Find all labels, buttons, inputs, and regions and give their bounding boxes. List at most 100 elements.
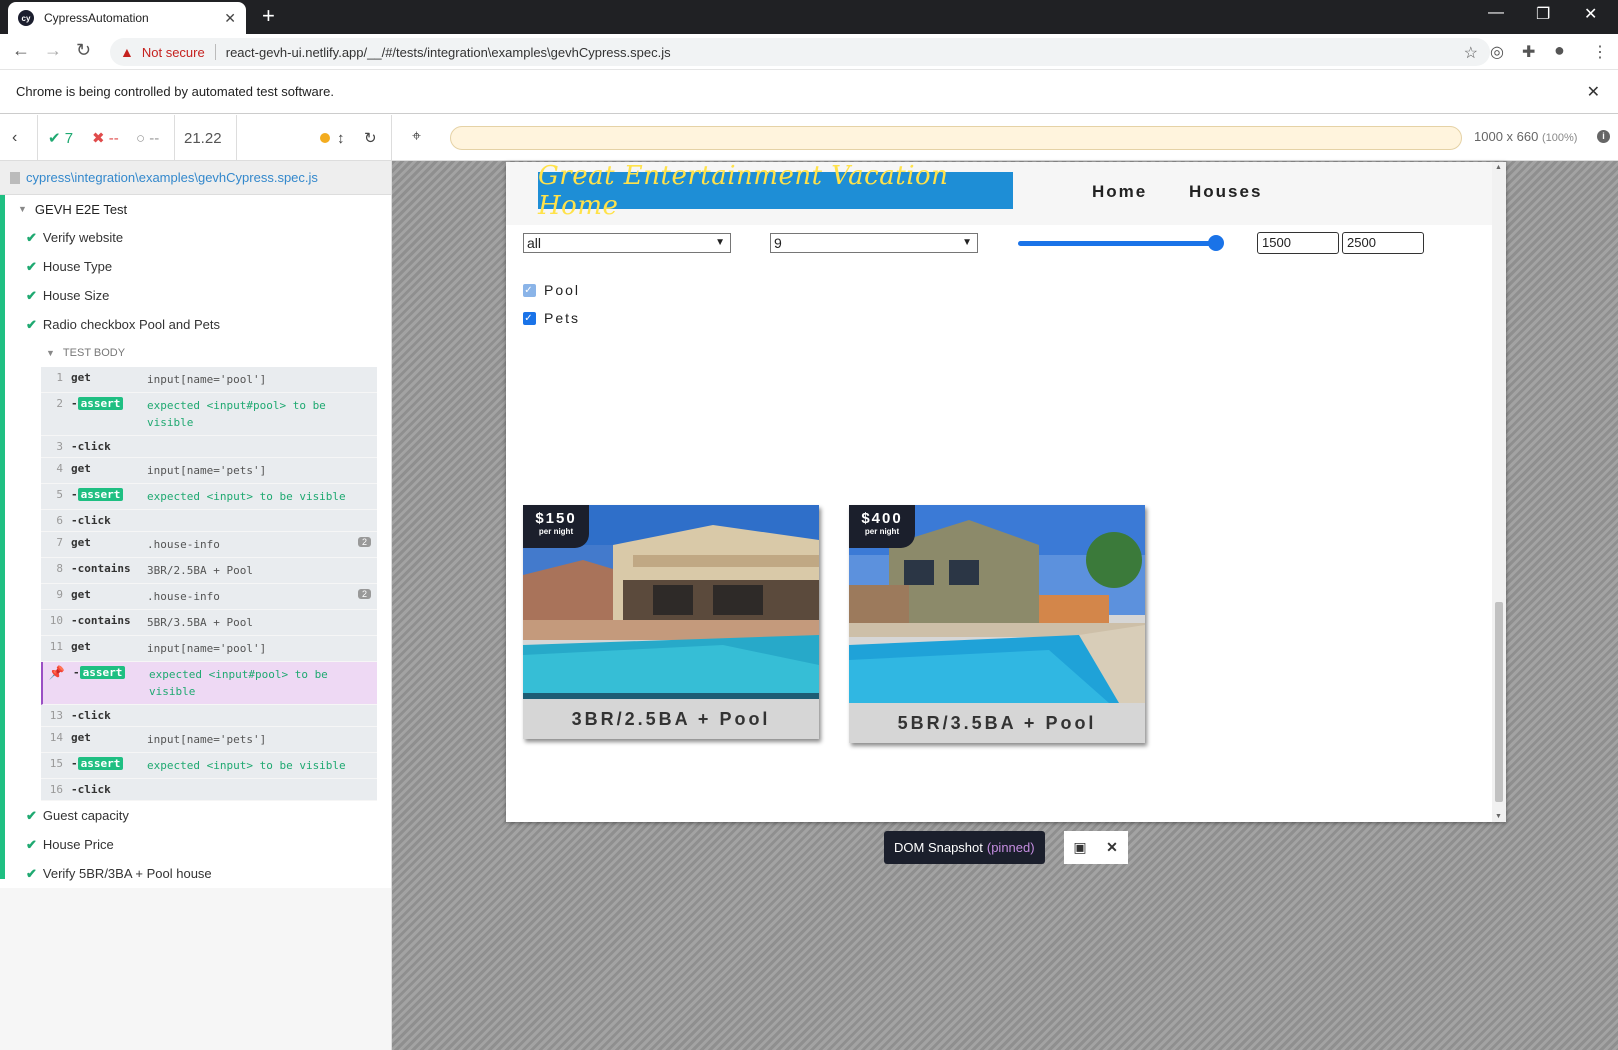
test-body-header[interactable]: ▼ TEST BODY: [0, 339, 391, 367]
command-row[interactable]: 5 - assert expected <input> to be visible: [41, 484, 377, 510]
highlight-toggle-button[interactable]: ▣: [1064, 831, 1096, 864]
assert-badge: - assert: [71, 397, 147, 431]
test-title: Verify website: [42, 230, 124, 245]
spec-path-link[interactable]: cypress\integration\examples\gevhCypress…: [26, 170, 318, 185]
suite-title-text: GEVH E2E Test: [34, 201, 128, 217]
house-photo: $150 per night: [523, 505, 819, 699]
command-row[interactable]: 14 get input[name='pets']: [41, 727, 377, 753]
warning-icon: ▲: [120, 44, 134, 60]
test-item[interactable]: ✔ Radio checkbox Pool and Pets: [0, 310, 391, 339]
test-item[interactable]: ✔ Verify 5BR/3BA + Pool house: [0, 859, 391, 888]
max-price-input[interactable]: 2500: [1342, 232, 1424, 254]
house-card[interactable]: $400 per night 5BR/3.5BA + Pool: [849, 505, 1145, 743]
price-per: per night: [864, 527, 900, 536]
browser-toolbar: ← → ↻ ▲ Not secure react-gevh-ui.netlify…: [0, 34, 1618, 70]
aut-url-field[interactable]: [450, 126, 1462, 150]
app-scrollbar[interactable]: ▲ ▼: [1492, 162, 1506, 822]
app-logo[interactable]: Great Entertainment Vacation Home: [538, 162, 1013, 221]
suite-title[interactable]: ▼ GEVH E2E Test: [0, 195, 391, 223]
house-card[interactable]: $150 per night 3BR/2.5BA + Pool: [523, 505, 819, 739]
nav-houses-link[interactable]: Houses: [1189, 182, 1262, 202]
menu-kebab-icon[interactable]: ⋮: [1592, 42, 1608, 62]
slider-track: [1018, 241, 1216, 246]
command-row[interactable]: 6 -click: [41, 510, 377, 532]
back-icon[interactable]: ←: [12, 40, 30, 61]
url-text[interactable]: react-gevh-ui.netlify.app/__/#/tests/int…: [226, 45, 671, 60]
command-row[interactable]: 4 get input[name='pets']: [41, 458, 377, 484]
command-row[interactable]: 11 get input[name='pool']: [41, 636, 377, 662]
command-row[interactable]: 9 get .house-info 2: [41, 584, 377, 610]
selector-playground-icon[interactable]: ⌖: [412, 128, 421, 146]
check-icon: ✔: [48, 130, 61, 147]
rerun-icon[interactable]: ↻: [364, 115, 377, 161]
command-row[interactable]: 16 -click: [41, 779, 377, 801]
command-row[interactable]: 13 -click: [41, 705, 377, 727]
command-row[interactable]: 3 -click: [41, 436, 377, 458]
browser-tab[interactable]: cy CypressAutomation ✕: [8, 2, 246, 34]
command-number: 1: [56, 371, 63, 384]
element-count-badge: 2: [357, 589, 371, 599]
min-price-input[interactable]: 1500: [1257, 232, 1339, 254]
check-icon: ✔: [26, 836, 37, 852]
unpin-close-button[interactable]: ✕: [1096, 831, 1128, 864]
test-item[interactable]: ✔ Verify website: [0, 223, 391, 252]
pending-count: --: [149, 129, 160, 147]
command-row[interactable]: 10 -contains 5BR/3.5BA + Pool: [41, 610, 377, 636]
command-number: 14: [49, 731, 63, 744]
infobar-close-icon[interactable]: ✕: [1587, 82, 1600, 102]
scroll-up-arrow-icon[interactable]: ▲: [1495, 164, 1502, 171]
nav-home-link[interactable]: Home: [1092, 182, 1147, 202]
pool-checkbox[interactable]: ✓: [523, 283, 536, 297]
command-row[interactable]: 📌 - assert expected <input#pool> to be visi…: [41, 662, 377, 705]
info-icon[interactable]: i: [1597, 130, 1610, 143]
dom-snapshot-badge: DOM Snapshot (pinned): [884, 831, 1045, 864]
tab-close-icon[interactable]: ✕: [224, 10, 236, 27]
command-name: -contains: [71, 562, 131, 575]
cypress-extension-icon[interactable]: ◎: [1490, 42, 1504, 62]
app-navbar: Great Entertainment Vacation Home Home H…: [506, 162, 1492, 225]
house-type-value: all: [527, 235, 542, 251]
viewport-percent: (100%): [1541, 132, 1578, 144]
house-size-select[interactable]: 9 ▼: [770, 233, 978, 253]
command-row[interactable]: 8 -contains 3BR/2.5BA + Pool: [41, 558, 377, 584]
command-row[interactable]: 1 get input[name='pool']: [41, 367, 377, 393]
not-secure-label[interactable]: Not secure: [142, 45, 205, 60]
test-item[interactable]: ✔ House Price: [0, 830, 391, 859]
profile-avatar-icon[interactable]: ●: [1554, 40, 1565, 61]
reload-icon[interactable]: ↻: [76, 40, 91, 61]
running-indicator: [320, 115, 330, 161]
test-item[interactable]: ✔ House Size: [0, 281, 391, 310]
command-message: [147, 783, 377, 796]
tab-title: CypressAutomation: [44, 11, 149, 25]
passed-stat: ✔ 7: [48, 115, 73, 161]
test-title: House Size: [42, 288, 110, 303]
assert-badge: - assert: [71, 757, 147, 774]
extensions-puzzle-icon[interactable]: ✚: [1522, 42, 1535, 62]
command-number: 4: [56, 462, 63, 475]
autoscroll-icon[interactable]: ↕: [337, 115, 345, 161]
collapse-chevron-icon[interactable]: ‹: [12, 115, 17, 161]
check-icon: ✔: [26, 229, 37, 245]
test-item[interactable]: ✔ House Type: [0, 252, 391, 281]
command-number: 3: [56, 440, 63, 453]
command-row[interactable]: 7 get .house-info 2: [41, 532, 377, 558]
window-close-icon[interactable]: ✕: [1584, 4, 1597, 24]
app-scroll-thumb[interactable]: [1495, 602, 1503, 802]
restore-icon[interactable]: ❐: [1536, 4, 1550, 24]
scroll-down-arrow-icon[interactable]: ▼: [1495, 813, 1502, 820]
cypress-reporter: ‹ ✔ 7 ✖ -- ○ -- 21.22 ↕ ↻ cypress\integr…: [0, 115, 392, 1050]
address-bar[interactable]: ▲ Not secure react-gevh-ui.netlify.app/_…: [110, 38, 1490, 66]
new-tab-icon[interactable]: +: [262, 3, 275, 29]
command-row[interactable]: 2 - assert expected <input#pool> to be visi…: [41, 393, 377, 436]
price-slider[interactable]: [1018, 233, 1224, 253]
aut-header: ⌖ 1000 x 660 (100%) i: [392, 115, 1618, 161]
slider-thumb[interactable]: [1208, 235, 1224, 251]
house-type-select[interactable]: all ▼: [523, 233, 731, 253]
pets-checkbox[interactable]: ✓: [523, 311, 536, 325]
bookmark-star-icon[interactable]: ☆: [1464, 43, 1478, 63]
forward-icon[interactable]: →: [44, 40, 62, 61]
command-row[interactable]: 15 - assert expected <input> to be visible: [41, 753, 377, 779]
command-number: 7: [56, 536, 63, 549]
test-item[interactable]: ✔ Guest capacity: [0, 801, 391, 830]
minimize-icon[interactable]: —: [1488, 4, 1504, 22]
